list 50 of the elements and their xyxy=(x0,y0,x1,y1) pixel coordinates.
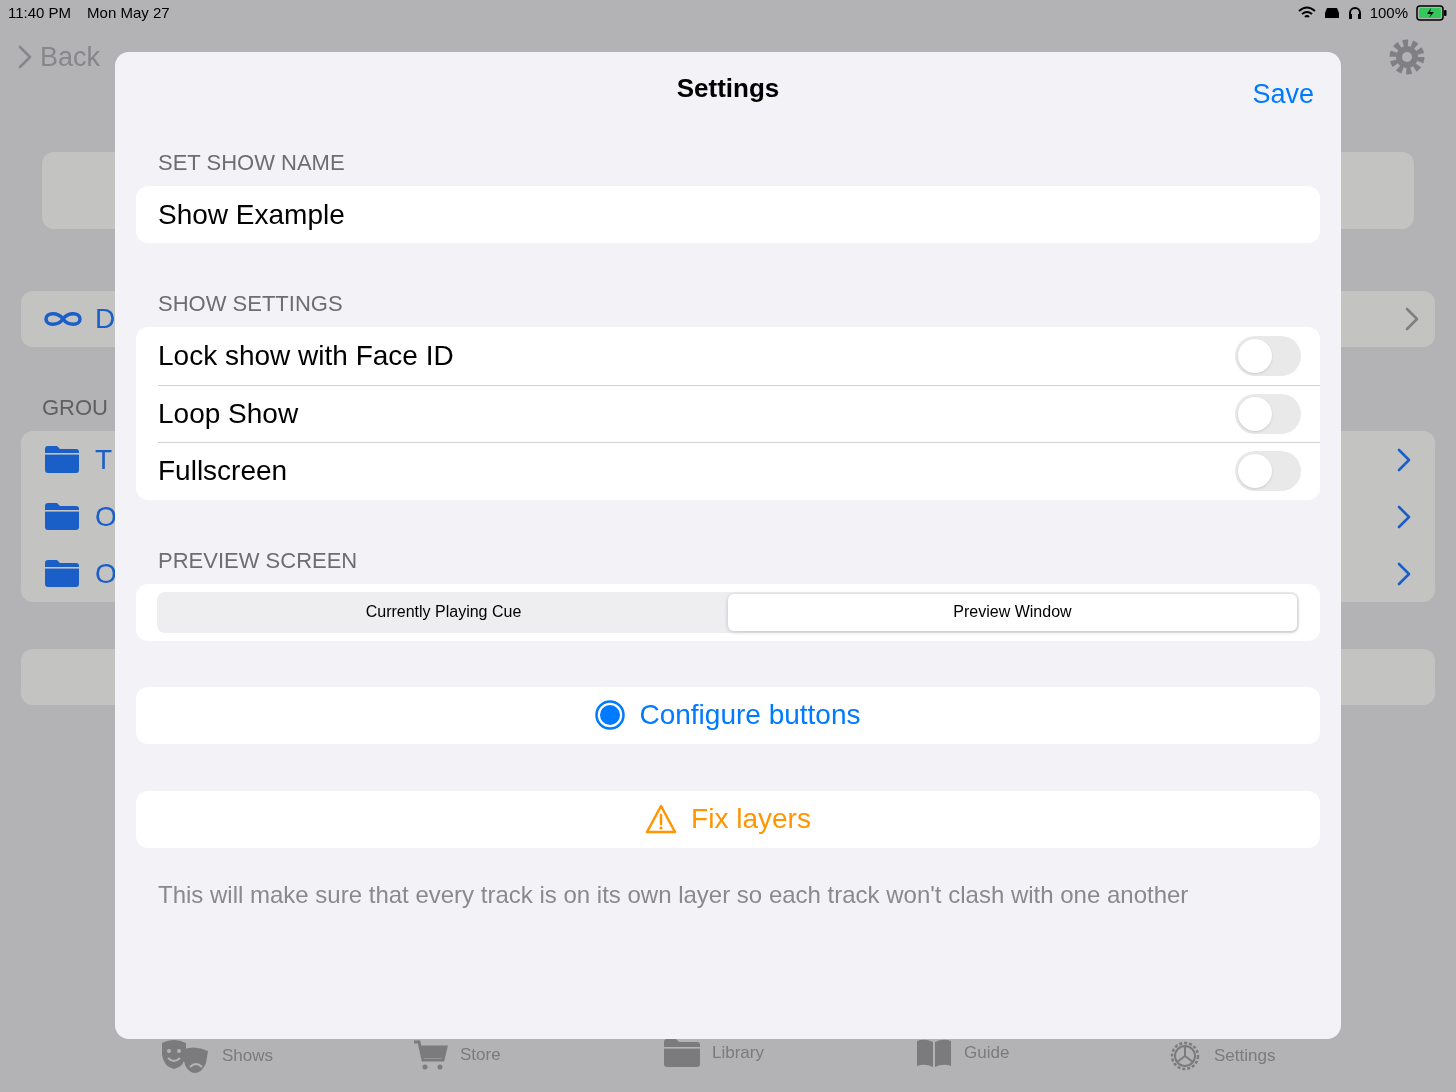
folder-icon xyxy=(45,503,79,530)
group-label: T xyxy=(95,442,113,477)
sheet-title: Settings xyxy=(676,71,780,105)
headphones-icon xyxy=(1347,6,1362,20)
folder-icon xyxy=(664,1039,700,1067)
row-label: D xyxy=(95,302,116,336)
setting-label: Lock show with Face ID xyxy=(158,338,454,373)
setting-label: Fullscreen xyxy=(158,454,288,489)
section-header: SET SHOW NAME xyxy=(158,150,346,176)
section-header: SHOW SETTINGS xyxy=(158,291,344,317)
toggle-switch[interactable] xyxy=(1235,335,1301,376)
configure-buttons-button[interactable]: Configure buttons xyxy=(136,686,1320,744)
chevron-icon xyxy=(1405,307,1419,331)
group-label: O xyxy=(95,499,117,534)
save-button[interactable]: Save xyxy=(1252,74,1314,115)
settings-icon xyxy=(1168,1039,1202,1073)
setting-label: Loop Show xyxy=(158,396,299,431)
theater-masks-icon xyxy=(160,1039,210,1073)
warning-icon xyxy=(645,804,678,834)
chevron-icon xyxy=(1397,561,1411,586)
folder-icon xyxy=(45,560,79,587)
toggle-switch[interactable] xyxy=(1235,451,1301,492)
tab-bar-item[interactable]: Shows xyxy=(160,1039,412,1073)
show-name-field[interactable]: Show Example xyxy=(136,186,1320,243)
segment-option[interactable]: Currently Playing Cue xyxy=(159,593,728,631)
tab-bar-item[interactable]: Library xyxy=(664,1039,916,1067)
tab-bar-item[interactable]: Guide xyxy=(916,1039,1168,1067)
section-header: PREVIEW SCREEN xyxy=(158,547,359,574)
segment-option[interactable]: Preview Window xyxy=(728,593,1297,631)
status-time: 11:40 PM xyxy=(8,2,72,23)
back-chevron-icon xyxy=(18,45,32,69)
settings-icon[interactable] xyxy=(1388,38,1426,76)
tab-bar-item[interactable]: Store xyxy=(412,1039,664,1071)
wifi-icon xyxy=(1297,6,1316,20)
radio-icon xyxy=(595,700,626,730)
battery-charging-icon xyxy=(1416,5,1448,21)
toggle-switch[interactable] xyxy=(1235,393,1301,434)
section-header: GROU xyxy=(42,395,108,421)
book-icon xyxy=(916,1039,952,1067)
battery-percent: 100% xyxy=(1369,2,1408,23)
fix-layers-button[interactable]: Fix layers xyxy=(136,790,1320,848)
tab-bar-item[interactable]: Settings xyxy=(1168,1039,1420,1073)
group-label: O xyxy=(95,556,117,591)
infinity-icon xyxy=(43,309,83,329)
chevron-icon xyxy=(1397,504,1411,529)
status-date: Mon May 27 xyxy=(87,2,170,23)
folder-icon xyxy=(45,446,79,473)
chevron-icon xyxy=(1397,447,1411,472)
cart-icon xyxy=(412,1039,448,1071)
footnote: This will make sure that every track is on its own layer so each track won't clash with one another xyxy=(158,879,1190,910)
